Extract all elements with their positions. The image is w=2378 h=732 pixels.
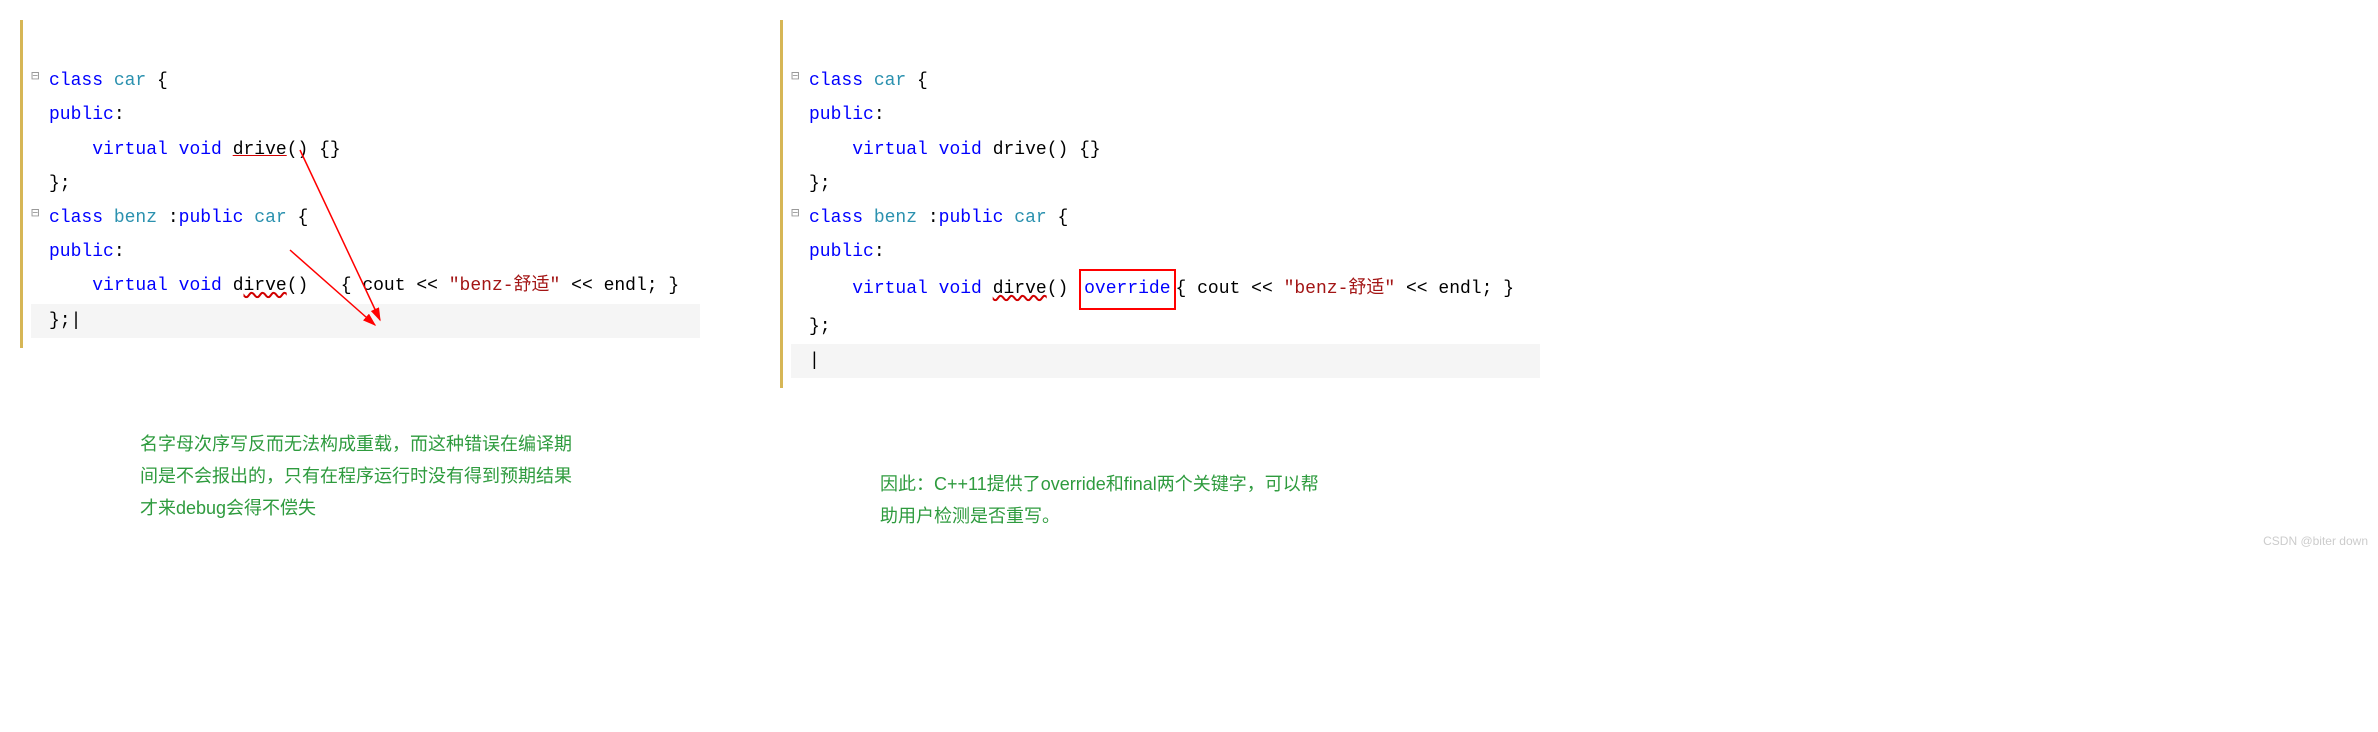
fold-icon: ⊟ bbox=[31, 64, 49, 91]
fn-drive: drive() {} bbox=[993, 140, 1101, 160]
left-annotation: 名字母次序写反而无法构成重载，而这种错误在编译期 间是不会报出的，只有在程序运行… bbox=[140, 428, 620, 525]
string-literal: "benz-舒适" bbox=[1284, 279, 1396, 299]
fn-dirve: dirve bbox=[233, 276, 287, 296]
override-highlight: override bbox=[1079, 269, 1175, 309]
kw-public: public bbox=[49, 105, 114, 125]
string-literal: "benz-舒适" bbox=[449, 276, 561, 296]
main-container: ⊟class car { public: virtual void drive(… bbox=[20, 20, 2358, 533]
kw-void: void bbox=[179, 140, 222, 160]
kw-virtual: virtual bbox=[852, 279, 928, 299]
kw-class: class bbox=[49, 71, 103, 91]
kw-class: class bbox=[809, 208, 863, 228]
right-panel: ⊟class car { public: virtual void drive(… bbox=[780, 20, 1540, 533]
kw-virtual: virtual bbox=[92, 276, 168, 296]
kw-class: class bbox=[49, 208, 103, 228]
annotation-line: 因此：C++11提供了override和final两个关键字，可以帮 bbox=[880, 468, 1440, 500]
kw-void: void bbox=[179, 276, 222, 296]
fn-drive: drive bbox=[233, 140, 287, 160]
kw-public: public bbox=[179, 208, 244, 228]
kw-public: public bbox=[809, 105, 874, 125]
close-brace: }; bbox=[809, 317, 831, 337]
kw-virtual: virtual bbox=[92, 140, 168, 160]
kw-void: void bbox=[939, 140, 982, 160]
fold-icon: ⊟ bbox=[31, 201, 49, 228]
type-car: car bbox=[874, 71, 906, 91]
kw-virtual: virtual bbox=[852, 140, 928, 160]
annotation-line: 助用户检测是否重写。 bbox=[880, 500, 1440, 532]
kw-class: class bbox=[809, 71, 863, 91]
kw-void: void bbox=[939, 279, 982, 299]
fold-icon: ⊟ bbox=[791, 201, 809, 228]
kw-public: public bbox=[49, 242, 114, 262]
cursor: | bbox=[809, 351, 820, 371]
close-brace: }; bbox=[49, 174, 71, 194]
right-code-block: ⊟class car { public: virtual void drive(… bbox=[780, 20, 1540, 388]
cursor: | bbox=[71, 311, 82, 331]
type-car: car bbox=[114, 71, 146, 91]
kw-override: override bbox=[1084, 279, 1170, 299]
close-brace: }; bbox=[49, 311, 71, 331]
close-brace: }; bbox=[809, 174, 831, 194]
annotation-line: 才来debug会得不偿失 bbox=[140, 492, 620, 524]
right-annotation: 因此：C++11提供了override和final两个关键字，可以帮 助用户检测… bbox=[880, 468, 1440, 533]
type-car: car bbox=[1014, 208, 1046, 228]
kw-public: public bbox=[809, 242, 874, 262]
watermark: CSDN @biter down bbox=[2263, 534, 2368, 548]
annotation-line: 名字母次序写反而无法构成重载，而这种错误在编译期 bbox=[140, 428, 620, 460]
fn-dirve: dirve bbox=[993, 279, 1047, 299]
type-benz: benz bbox=[114, 208, 157, 228]
type-car: car bbox=[254, 208, 286, 228]
fold-icon: ⊟ bbox=[791, 64, 809, 91]
left-code-block: ⊟class car { public: virtual void drive(… bbox=[20, 20, 700, 348]
type-benz: benz bbox=[874, 208, 917, 228]
left-panel: ⊟class car { public: virtual void drive(… bbox=[20, 20, 700, 525]
kw-public: public bbox=[939, 208, 1004, 228]
annotation-line: 间是不会报出的，只有在程序运行时没有得到预期结果 bbox=[140, 460, 620, 492]
